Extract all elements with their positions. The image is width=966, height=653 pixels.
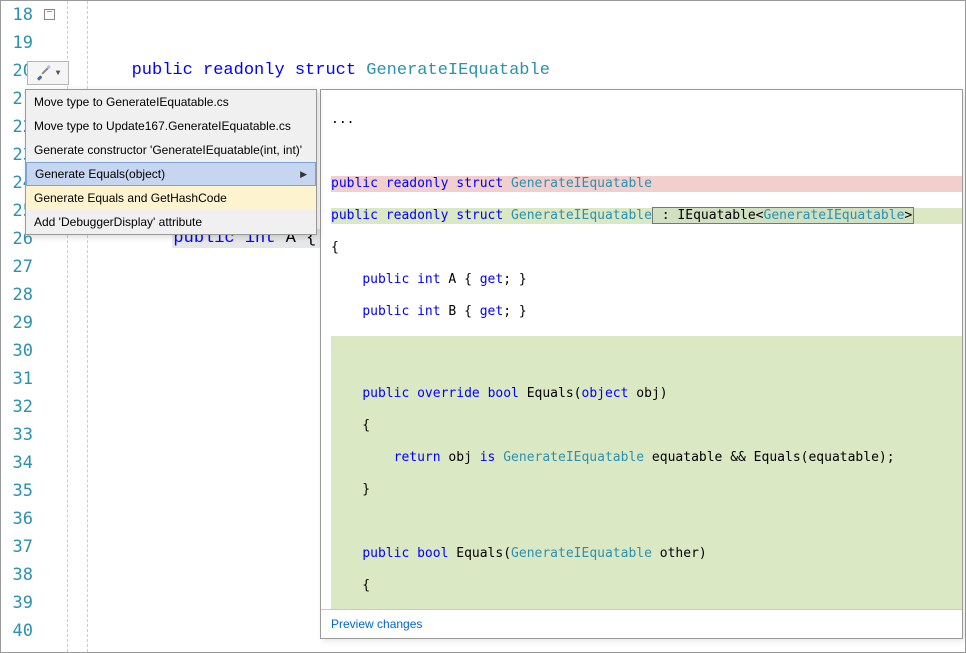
menu-item-label: Move type to Update167.GenerateIEquatabl… <box>34 119 291 133</box>
diff-added-line: public readonly struct GenerateIEquatabl… <box>331 208 962 224</box>
preview-changes-link[interactable]: Preview changes <box>331 617 422 631</box>
line-number: 19 <box>1 29 33 57</box>
line-number: 33 <box>1 421 33 449</box>
menu-item-label: Add 'DebuggerDisplay' attribute <box>34 215 202 229</box>
line-number: 32 <box>1 393 33 421</box>
code-line: public readonly struct GenerateIEquatabl… <box>101 57 965 85</box>
line-number: 38 <box>1 561 33 589</box>
menu-item[interactable]: Move type to Update167.GenerateIEquatabl… <box>26 114 316 138</box>
menu-item-label: Generate Equals and GetHashCode <box>34 191 227 205</box>
diff-added-block: public override bool Equals(object obj) … <box>331 336 962 609</box>
line-number: 35 <box>1 477 33 505</box>
menu-item-label: Generate Equals(object) <box>35 167 165 181</box>
line-number: 30 <box>1 337 33 365</box>
quick-actions-menu: Move type to GenerateIEquatable.cs Move t… <box>25 89 317 235</box>
line-number: 28 <box>1 281 33 309</box>
line-number: 39 <box>1 589 33 617</box>
submenu-arrow-icon: ▶ <box>300 169 307 180</box>
line-number: 37 <box>1 533 33 561</box>
line-number: 40 <box>1 617 33 645</box>
fold-toggle-icon[interactable]: − <box>44 9 55 20</box>
screwdriver-icon <box>36 65 52 81</box>
line-number: 36 <box>1 505 33 533</box>
menu-item[interactable]: Generate Equals(object) ▶ <box>26 162 316 186</box>
menu-item[interactable]: Generate constructor 'GenerateIEquatable… <box>26 138 316 162</box>
line-number: 29 <box>1 309 33 337</box>
menu-item-label: Move type to GenerateIEquatable.cs <box>34 95 229 109</box>
line-number: 31 <box>1 365 33 393</box>
line-number: 27 <box>1 253 33 281</box>
menu-item[interactable]: Move type to GenerateIEquatable.cs <box>26 90 316 114</box>
diff-removed-line: public readonly struct GenerateIEquatabl… <box>331 176 962 192</box>
line-number: 34 <box>1 449 33 477</box>
quick-actions-button[interactable]: ▼ <box>27 61 69 85</box>
preview-popup: ... public readonly struct GenerateIEqua… <box>320 89 963 639</box>
menu-item-label: Generate constructor 'GenerateIEquatable… <box>34 143 302 157</box>
menu-item[interactable]: Add 'DebuggerDisplay' attribute <box>26 210 316 234</box>
line-number: 18 <box>1 1 33 29</box>
preview-footer: Preview changes <box>321 609 962 638</box>
preview-code: ... public readonly struct GenerateIEqua… <box>321 90 962 609</box>
menu-item[interactable]: Generate Equals and GetHashCode <box>26 186 316 210</box>
chevron-down-icon: ▼ <box>56 69 61 78</box>
